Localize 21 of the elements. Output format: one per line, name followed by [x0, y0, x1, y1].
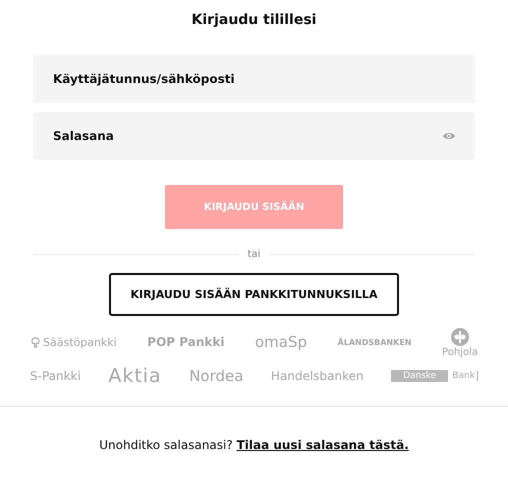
password-field[interactable]: Salasana	[33, 112, 475, 160]
bank-logo: Handelsbanken	[270, 369, 364, 383]
cross-circle-icon	[450, 326, 470, 346]
bank-logo: ÅLANDSBANKEN	[338, 338, 412, 346]
forgot-password-text: Unohditko salasanasi? Tilaa uusi salasana tästä.	[99, 438, 409, 452]
page-title: Kirjaudu tilillesi	[192, 12, 316, 28]
bank-logo: POP Pankki	[147, 335, 224, 349]
bank-logo: S-Pankki	[30, 369, 81, 383]
reset-password-link[interactable]: Tilaa uusi salasana tästä.	[236, 438, 409, 452]
bank-logo: Aktia	[108, 365, 162, 387]
bank-logo: omaSp	[254, 333, 308, 351]
username-field[interactable]: Käyttäjätunnus/sähköposti	[33, 55, 475, 103]
eye-icon[interactable]	[442, 131, 456, 141]
separator-text: tai	[248, 249, 260, 260]
bank-logo: Pohjola	[442, 346, 478, 358]
bank-logo: Säästöpankki	[43, 336, 117, 348]
bank-logo: Nordea	[189, 367, 244, 385]
bank-logo: Danske	[391, 370, 448, 382]
leaf-icon	[30, 336, 41, 348]
bank-logo: Bank	[450, 371, 478, 381]
bank-login-button[interactable]: KIRJAUDU SISÄÄN PANKKITUNNUKSILLA	[109, 273, 399, 316]
